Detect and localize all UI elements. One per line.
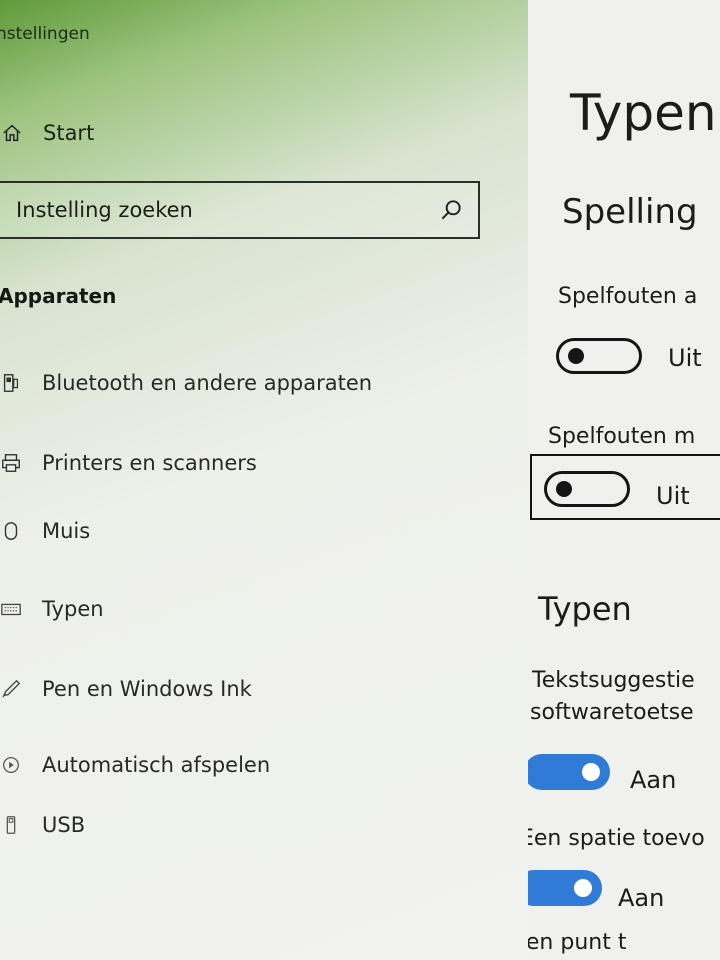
- sidebar-item-printers[interactable]: Printers en scanners: [0, 446, 257, 480]
- typing-setting2-label: Een spatie toevo: [528, 826, 705, 851]
- sidebar-item-label: Pen en Windows Ink: [42, 677, 252, 701]
- spelling-setting1-toggle[interactable]: [556, 338, 642, 374]
- sidebar-item-label: Muis: [42, 519, 91, 543]
- app-title: nstellingen: [0, 24, 90, 44]
- sidebar-item-label: Automatisch afspelen: [42, 753, 271, 777]
- typing-setting1-toggle[interactable]: [528, 754, 610, 790]
- typing-setting2-toggle[interactable]: [528, 870, 602, 906]
- sidebar-item-usb[interactable]: USB: [0, 808, 85, 842]
- autoplay-icon: [3, 757, 19, 773]
- search-icon[interactable]: [438, 197, 464, 223]
- sidebar-item-label: USB: [42, 813, 86, 837]
- keyboard-icon: [1, 603, 21, 616]
- spelling-setting1-label: Spelfouten a: [558, 284, 698, 309]
- spelling-setting2-toggle[interactable]: [544, 471, 630, 507]
- mouse-icon: [4, 522, 18, 540]
- sidebar-item-pen[interactable]: Pen en Windows Ink: [0, 672, 252, 706]
- spelling-setting2-label: Spelfouten m: [548, 424, 696, 449]
- pen-icon: [2, 679, 21, 698]
- search-box[interactable]: [0, 181, 480, 239]
- sidebar-item-mouse[interactable]: Muis: [0, 514, 90, 548]
- sidebar-item-typing[interactable]: Typen: [0, 592, 104, 626]
- sidebar: nstellingen Start Apparaten Bluetooth en…: [0, 0, 528, 960]
- sidebar-item-label: Typen: [42, 597, 104, 621]
- home-label: Start: [43, 121, 95, 145]
- content-pane: Typen Spelling Spelfouten a Uit Spelfout…: [528, 0, 720, 960]
- home-icon: [3, 124, 21, 142]
- sidebar-item-autoplay[interactable]: Automatisch afspelen: [0, 748, 270, 782]
- typing-setting3-label: Een punt t: [528, 930, 627, 955]
- usb-icon: [6, 816, 16, 834]
- bluetooth-device-icon: [3, 374, 19, 392]
- toggle-knob: [582, 763, 600, 781]
- typing-setting1-label-line2: softwaretoetse: [530, 700, 694, 725]
- spelling-setting1-state: Uit: [668, 344, 702, 372]
- toggle-knob: [568, 348, 584, 364]
- sidebar-item-label: Printers en scanners: [42, 451, 257, 475]
- toggle-knob: [556, 481, 572, 497]
- section-heading: Apparaten: [0, 284, 117, 308]
- search-input[interactable]: [14, 197, 418, 223]
- page-title: Typen: [570, 84, 717, 142]
- typing-setting1-state: Aan: [630, 766, 677, 794]
- printer-icon: [2, 454, 20, 472]
- typing-setting2-state: Aan: [618, 884, 665, 912]
- spelling-setting2-state: Uit: [656, 482, 690, 510]
- toggle-knob: [574, 879, 592, 897]
- sidebar-item-label: Bluetooth en andere apparaten: [42, 371, 373, 395]
- sidebar-home[interactable]: Start: [0, 118, 94, 148]
- sidebar-item-bluetooth[interactable]: Bluetooth en andere apparaten: [0, 366, 372, 400]
- spelling-heading: Spelling: [562, 192, 698, 232]
- typing-setting1-label-line1: Tekstsuggestie: [532, 668, 695, 693]
- typing-heading: Typen: [538, 590, 632, 628]
